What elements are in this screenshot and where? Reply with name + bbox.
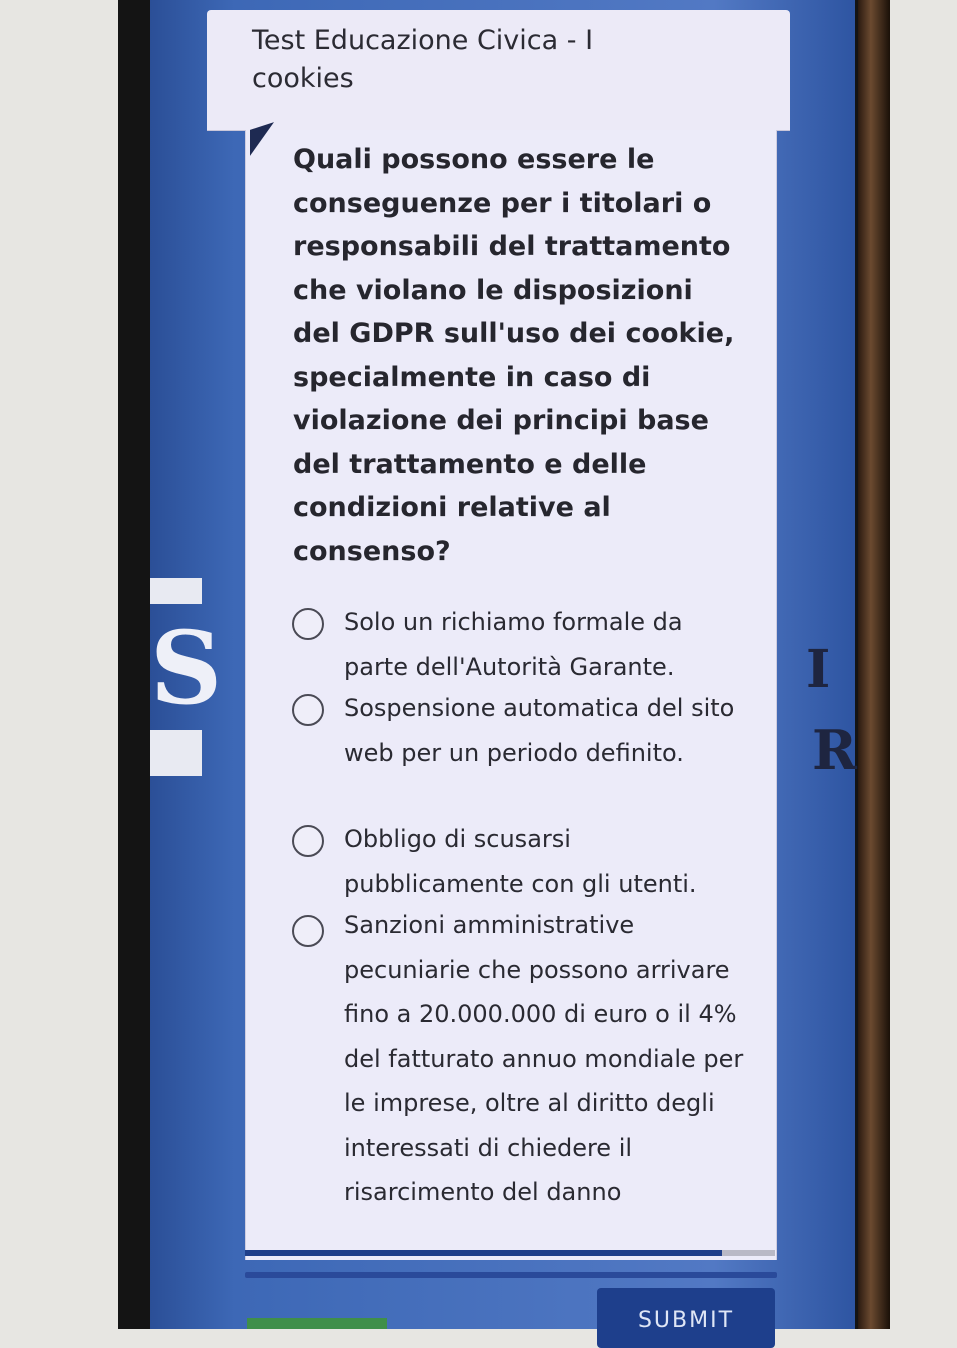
radio-button[interactable] [292, 915, 324, 947]
radio-button[interactable] [292, 694, 324, 726]
question-text: Quali possono essere le conseguenze per … [293, 144, 735, 567]
radio-button[interactable] [292, 608, 324, 640]
radio-button[interactable] [292, 825, 324, 857]
option-label: Sospensione automatica del sito web per … [344, 694, 735, 767]
answer-option[interactable]: Sospensione automatica del sito web per … [290, 686, 760, 818]
submit-button[interactable]: SUBMIT [597, 1288, 775, 1348]
option-label: Solo un richiamo formale da parte dell'A… [344, 608, 683, 681]
background-letter: R [812, 718, 857, 782]
answer-option[interactable]: Sanzioni amministrative pecuniarie che p… [290, 903, 760, 1243]
background-logo-bar [150, 578, 202, 604]
option-label: Obbligo di scusarsi pubblicamente con gl… [344, 825, 697, 898]
answer-option[interactable]: Obbligo di scusarsi pubblicamente con gl… [290, 817, 760, 905]
option-label: Sanzioni amministrative pecuniarie che p… [344, 911, 744, 1206]
answer-option[interactable]: Solo un richiamo formale da parte dell'A… [290, 600, 760, 688]
background-letter: I [806, 639, 831, 700]
scroll-indicator [245, 1272, 777, 1278]
back-button[interactable] [247, 1318, 387, 1329]
background-logo-bar [150, 730, 202, 776]
progress-fill [245, 1250, 722, 1256]
phone-edge [858, 0, 890, 1329]
page-title: Test Educazione Civica - I cookies [252, 25, 594, 94]
background-letter: S [150, 609, 223, 727]
